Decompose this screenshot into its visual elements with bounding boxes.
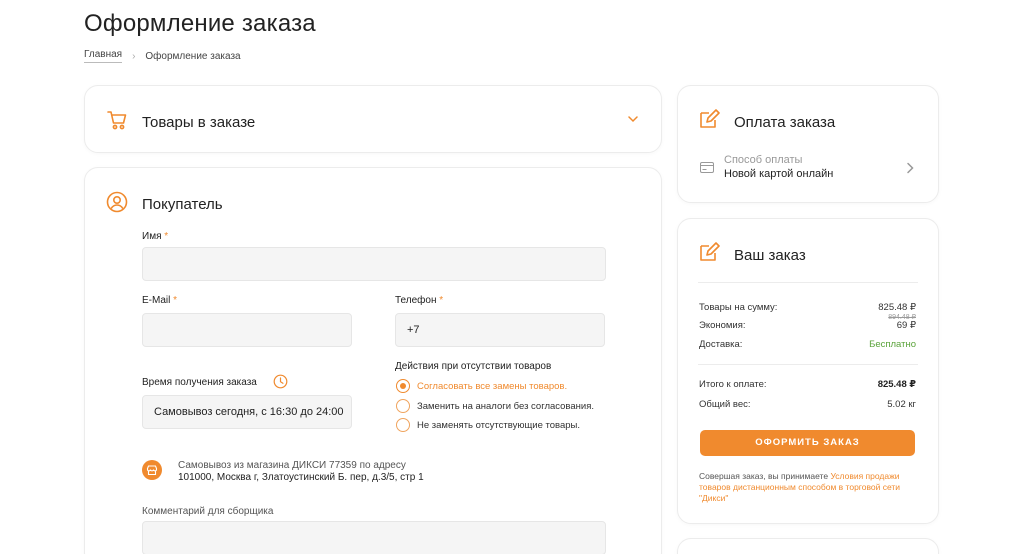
order-summary-card: Ваш заказ Товары на сумму: 825.48 ₽ 894.… bbox=[677, 218, 939, 524]
economy-row: Экономия: 69 ₽ bbox=[699, 320, 916, 331]
delivery-label: Доставка: bbox=[699, 339, 743, 350]
page-title: Оформление заказа bbox=[84, 10, 316, 37]
weight-row: Общий вес: 5.02 кг bbox=[699, 399, 916, 410]
payment-method-value[interactable]: Новой картой онлайн bbox=[724, 168, 833, 180]
pickup-address-line: 101000, Москва г, Златоустинский Б. пер,… bbox=[178, 472, 424, 483]
clock-icon[interactable] bbox=[273, 374, 288, 394]
pickup-store-line: Самовывоз из магазина ДИКСИ 77359 по адр… bbox=[178, 460, 406, 471]
terms-prefix: Совершая заказ, вы принимаете bbox=[699, 471, 831, 481]
pickup-time-select[interactable]: Самовывоз сегодня, с 16:30 до 24:00 bbox=[142, 395, 352, 429]
radio-option-replace[interactable]: Заменить на аналоги без согласования. bbox=[396, 399, 594, 413]
buyer-card: Покупатель Имя * E-Mail * Телефон * +7 В… bbox=[84, 167, 662, 554]
total-label: Итого к оплате: bbox=[699, 379, 767, 390]
comment-label: Комментарий для сборщика bbox=[142, 506, 274, 517]
divider bbox=[698, 364, 918, 365]
credit-card-icon bbox=[700, 160, 714, 178]
name-label: Имя * bbox=[142, 231, 168, 242]
cart-icon bbox=[106, 109, 128, 136]
delivery-value: Бесплатно bbox=[869, 339, 916, 350]
name-label-text: Имя bbox=[142, 231, 162, 242]
breadcrumb: Главная › Оформление заказа bbox=[84, 49, 241, 63]
place-order-button[interactable]: ОФОРМИТЬ ЗАКАЗ bbox=[700, 430, 915, 456]
email-label-text: E-Mail bbox=[142, 295, 171, 306]
name-field[interactable] bbox=[142, 247, 606, 281]
economy-value: 69 ₽ bbox=[896, 320, 916, 331]
divider bbox=[698, 282, 918, 283]
edit-icon bbox=[698, 108, 720, 135]
actions-label: Действия при отсутствии товаров bbox=[395, 361, 552, 372]
radio-label: Согласовать все замены товаров. bbox=[417, 380, 568, 392]
radio-option-no-replace[interactable]: Не заменять отсутствующие товары. bbox=[396, 418, 580, 432]
terms-text: Совершая заказ, вы принимаете Условия пр… bbox=[699, 471, 919, 504]
email-label: E-Mail * bbox=[142, 295, 177, 306]
weight-label: Общий вес: bbox=[699, 399, 751, 410]
phone-label-text: Телефон bbox=[395, 295, 437, 306]
weight-value: 5.02 кг bbox=[887, 399, 916, 410]
edit-icon bbox=[698, 241, 720, 268]
radio-button[interactable] bbox=[396, 399, 410, 413]
goods-title: Товары в заказе bbox=[142, 114, 256, 131]
breadcrumb-separator-icon: › bbox=[132, 50, 136, 62]
radio-button[interactable] bbox=[396, 418, 410, 432]
breadcrumb-home-link[interactable]: Главная bbox=[84, 49, 123, 63]
breadcrumb-current: Оформление заказа bbox=[145, 50, 241, 62]
radio-option-approve[interactable]: Согласовать все замены товаров. bbox=[396, 379, 567, 393]
total-value: 825.48 ₽ bbox=[877, 379, 916, 390]
store-icon bbox=[142, 460, 162, 480]
time-label: Время получения заказа bbox=[142, 377, 257, 388]
payment-method-label: Способ оплаты bbox=[724, 154, 803, 166]
total-row: Итого к оплате: 825.48 ₽ bbox=[699, 379, 916, 390]
sum-row: Товары на сумму: 825.48 ₽ 894.48 ₽ bbox=[699, 302, 916, 321]
buyer-title: Покупатель bbox=[142, 196, 223, 213]
comment-field[interactable] bbox=[142, 521, 606, 554]
radio-label: Не заменять отсутствующие товары. bbox=[417, 419, 580, 431]
payment-card: Оплата заказа Способ оплаты Новой картой… bbox=[677, 85, 939, 203]
sum-value-wrap: 825.48 ₽ 894.48 ₽ bbox=[878, 302, 916, 321]
pickup-address: Самовывоз из магазина ДИКСИ 77359 по адр… bbox=[178, 460, 424, 484]
required-mark: * bbox=[439, 295, 444, 306]
delivery-row: Доставка: Бесплатно bbox=[699, 339, 916, 350]
radio-label: Заменить на аналоги без согласования. bbox=[417, 400, 594, 412]
radio-button-selected[interactable] bbox=[396, 379, 410, 393]
payment-title: Оплата заказа bbox=[734, 114, 836, 131]
order-title: Ваш заказ bbox=[734, 247, 806, 264]
email-field[interactable] bbox=[142, 313, 352, 347]
sum-value: 825.48 ₽ bbox=[878, 302, 916, 313]
chevron-down-icon[interactable] bbox=[627, 112, 639, 130]
chevron-right-icon[interactable] bbox=[906, 161, 914, 179]
phone-field[interactable]: +7 bbox=[395, 313, 605, 347]
extra-card bbox=[677, 538, 939, 554]
phone-label: Телефон * bbox=[395, 295, 443, 306]
sum-label: Товары на сумму: bbox=[699, 302, 778, 313]
economy-label: Экономия: bbox=[699, 320, 746, 331]
goods-card[interactable]: Товары в заказе bbox=[84, 85, 662, 153]
required-mark: * bbox=[164, 231, 169, 242]
user-icon bbox=[106, 191, 128, 218]
required-mark: * bbox=[173, 295, 178, 306]
